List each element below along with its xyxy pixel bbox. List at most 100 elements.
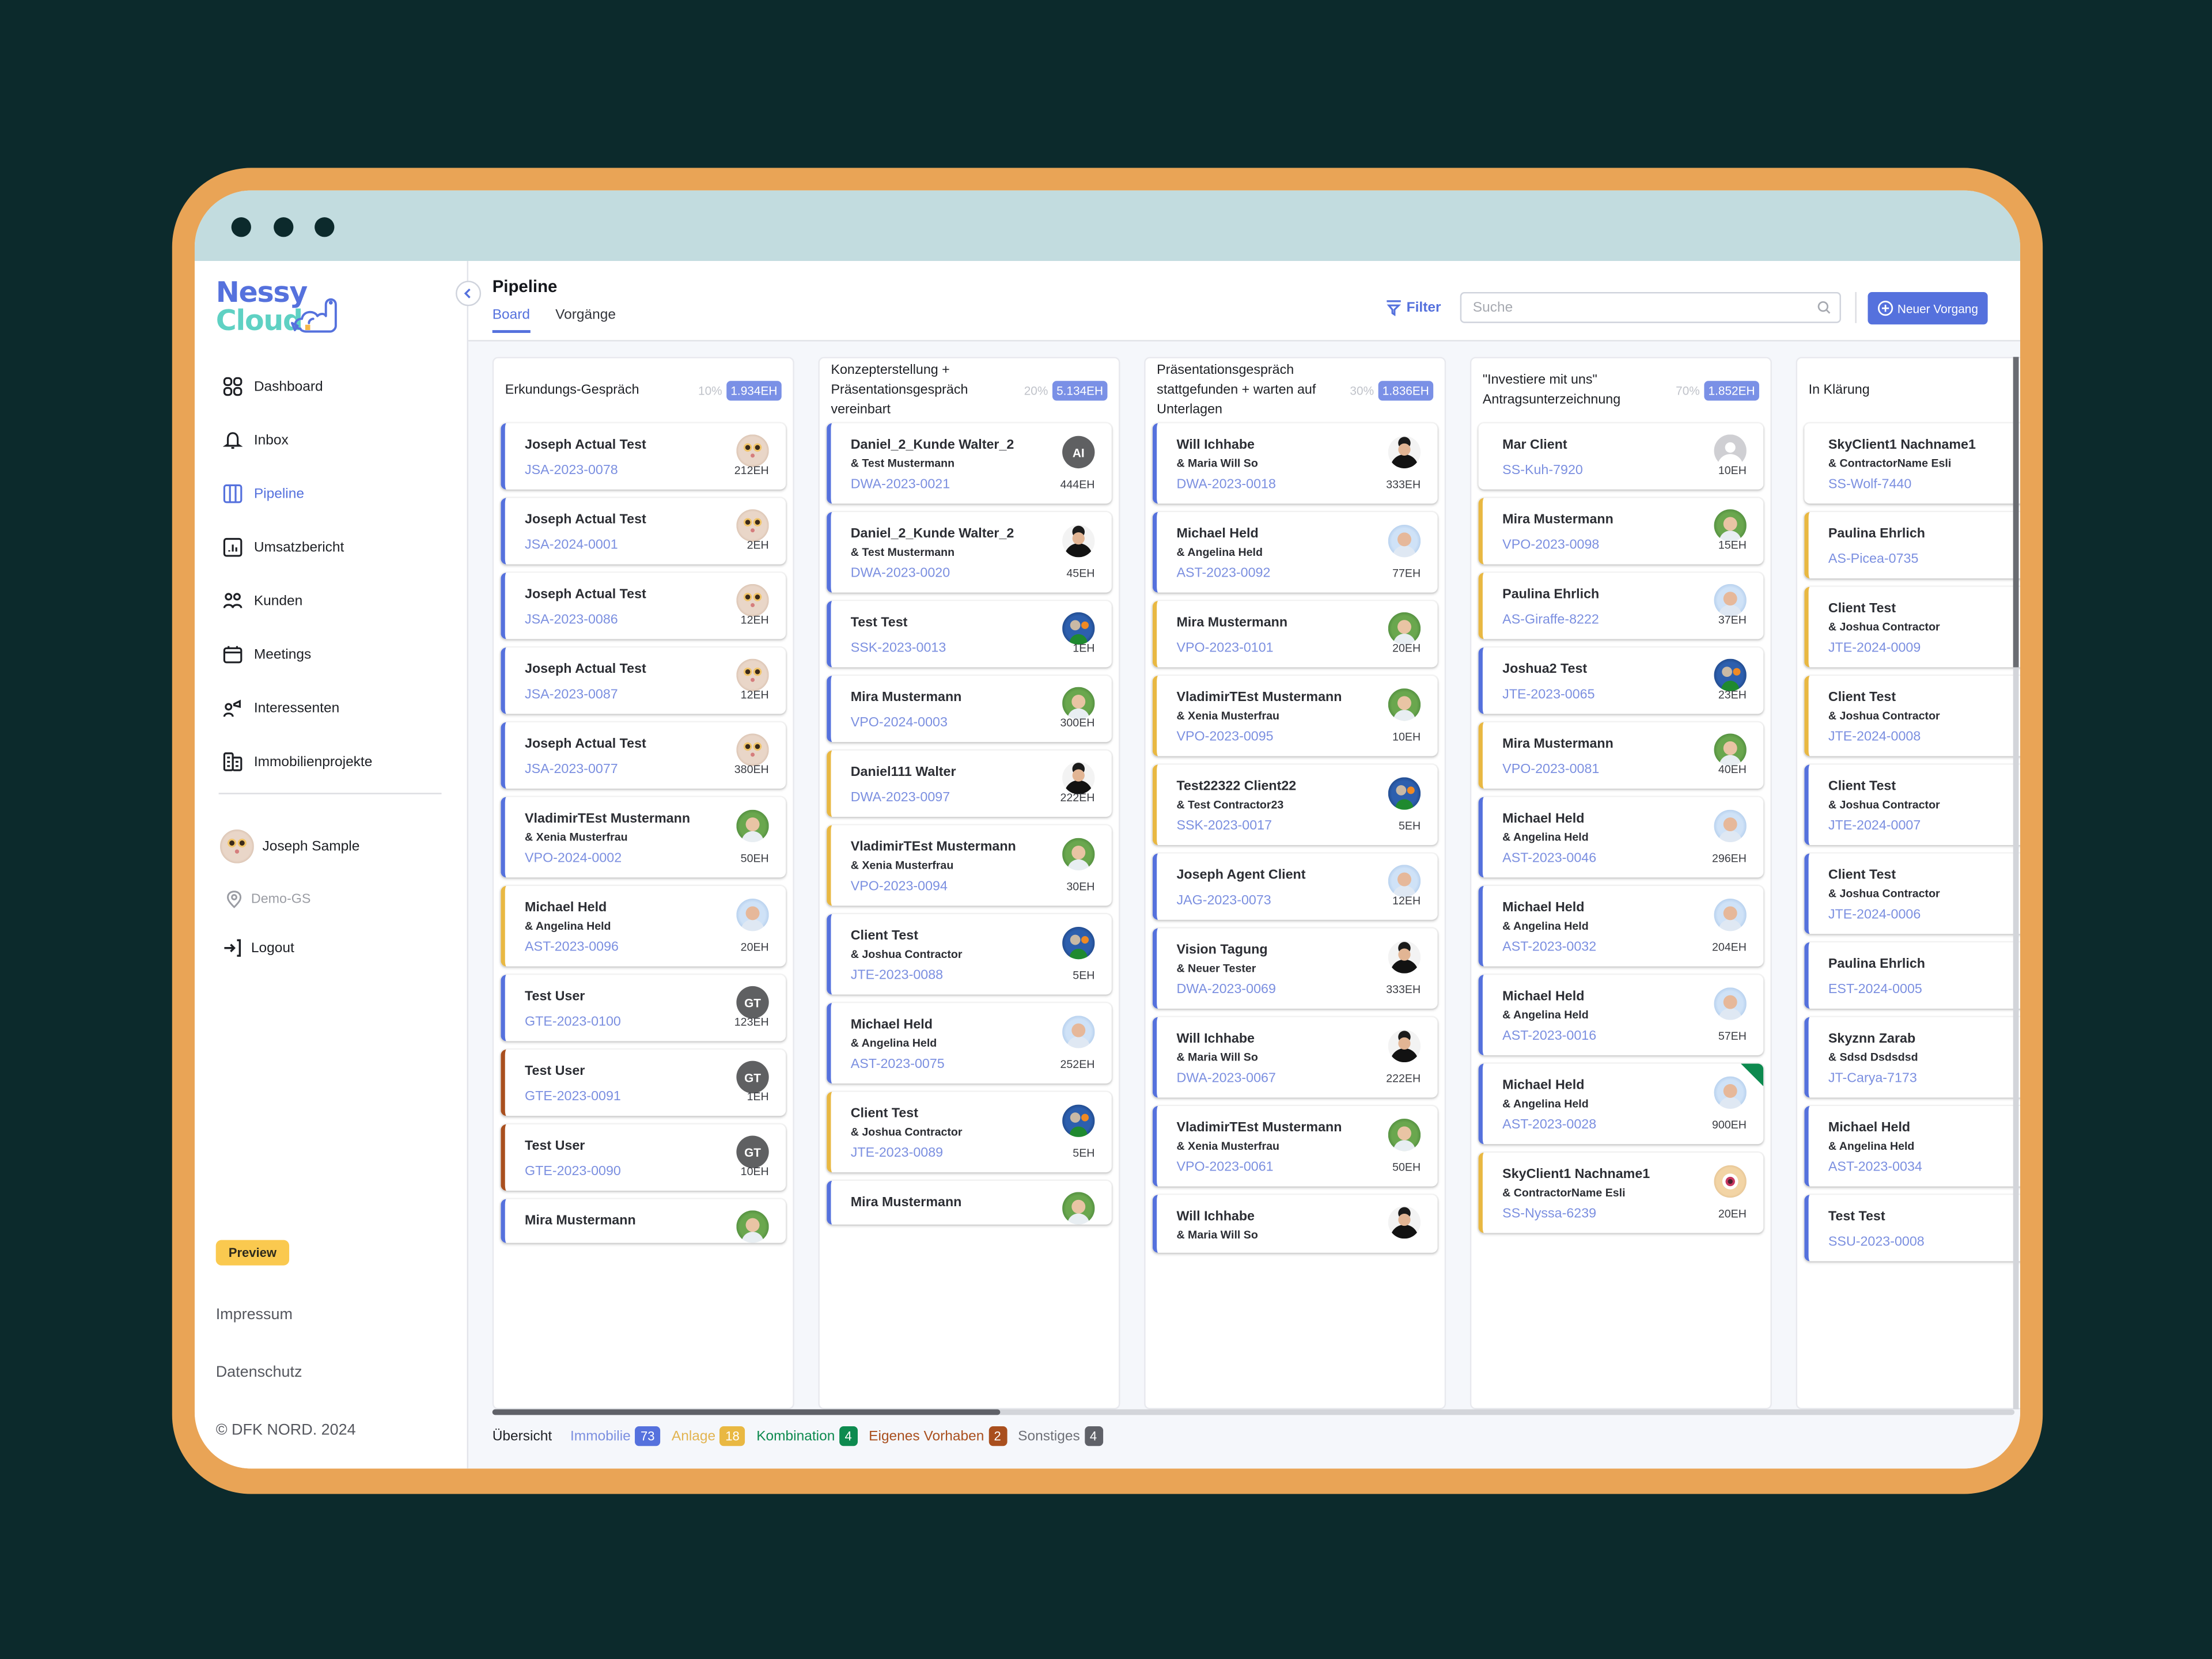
deal-card[interactable]: Mira Mustermann VPO-2024-0003 300EH	[827, 676, 1112, 743]
deal-code-link[interactable]: AST-2023-0034	[1828, 1160, 2020, 1175]
sidebar-item-kunden[interactable]: Kunden	[223, 574, 372, 628]
legend-item-kombination[interactable]: Kombination 4	[756, 1426, 858, 1446]
sidebar-item-immobilienprojekte[interactable]: Immobilienprojekte	[223, 735, 372, 789]
deal-card[interactable]: Paulina Ehrlich AS-Giraffe-8222 37EH	[1478, 573, 1764, 639]
user-profile[interactable]: Joseph Sample	[220, 830, 359, 863]
deal-card[interactable]: Skyznn Zarab & Sdsd Dsdsdsd JT-Carya-7173	[1804, 1017, 2020, 1098]
deal-code-link[interactable]: AST-2023-0096	[525, 940, 766, 955]
sidebar-item-interessenten[interactable]: Interessenten	[223, 681, 372, 735]
deal-code-link[interactable]: JTE-2023-0089	[851, 1146, 1092, 1161]
deal-code-link[interactable]: JSA-2023-0087	[525, 687, 766, 703]
search-icon[interactable]	[1817, 301, 1831, 315]
deal-code-link[interactable]: GTE-2023-0091	[525, 1089, 766, 1105]
deal-card[interactable]: Will Ichhabe & Maria Will So	[1152, 1195, 1438, 1253]
window-dot-close[interactable]	[231, 217, 251, 237]
deal-code-link[interactable]: DWA-2023-0018	[1176, 477, 1418, 493]
deal-card[interactable]: Daniel_2_Kunde Walter_2 & Test Mustermann…	[827, 423, 1112, 504]
deal-code-link[interactable]: SSK-2023-0013	[851, 641, 1092, 656]
deal-code-link[interactable]: VPO-2023-0095	[1176, 729, 1418, 745]
deal-code-link[interactable]: JTE-2024-0009	[1828, 641, 2020, 656]
datenschutz-link[interactable]: Datenschutz	[216, 1364, 302, 1381]
legend-item-immobilie[interactable]: Immobilie 73	[570, 1426, 661, 1446]
window-dot-maximize[interactable]	[315, 217, 335, 237]
deal-code-link[interactable]: JTE-2023-0088	[851, 968, 1092, 983]
deal-code-link[interactable]: JTE-2024-0007	[1828, 818, 2020, 834]
logout-button[interactable]: Logout	[223, 938, 294, 958]
logo[interactable]: Nessy Cloud.	[216, 278, 337, 334]
deal-code-link[interactable]: SS-Kuh-7920	[1502, 463, 1744, 478]
deal-card[interactable]: Test User GTE-2023-0100 GT 123EH	[501, 975, 786, 1041]
deal-card[interactable]: Test Test SSK-2023-0013 1EH	[827, 601, 1112, 668]
filter-button[interactable]: Filter	[1385, 299, 1441, 316]
deal-code-link[interactable]: DWA-2023-0067	[1176, 1071, 1418, 1086]
deal-code-link[interactable]: JSA-2023-0086	[525, 612, 766, 628]
deal-card[interactable]: Michael Held & Angelina Held AST-2023-0075…	[827, 1003, 1112, 1084]
deal-code-link[interactable]: SSU-2023-0008	[1828, 1234, 2020, 1250]
deal-code-link[interactable]: VPO-2023-0098	[1502, 537, 1744, 553]
deal-code-link[interactable]: JTE-2023-0065	[1502, 687, 1744, 703]
deal-card[interactable]: Mar Client SS-Kuh-7920 10EH	[1478, 423, 1764, 490]
deal-card[interactable]: Test User GTE-2023-0090 GT 10EH	[501, 1124, 786, 1191]
deal-card[interactable]: Will Ichhabe & Maria Will So DWA-2023-0067…	[1152, 1017, 1438, 1098]
deal-code-link[interactable]: AST-2023-0016	[1502, 1028, 1744, 1044]
search-input[interactable]	[1469, 298, 1817, 317]
deal-code-link[interactable]: DWA-2023-0069	[1176, 982, 1418, 998]
deal-card[interactable]: Test22322 Client22 & Test Contractor23 SSK…	[1152, 764, 1438, 845]
deal-card[interactable]: SkyClient1 Nachname1 & ContractorName Esl…	[1804, 423, 2020, 504]
deal-card[interactable]: Mira Mustermann VPO-2023-0101 20EH	[1152, 601, 1438, 668]
vertical-scrollbar-thumb[interactable]	[2013, 357, 2019, 668]
sidebar-item-pipeline[interactable]: Pipeline	[223, 467, 372, 521]
deal-card[interactable]: Will Ichhabe & Maria Will So DWA-2023-0018…	[1152, 423, 1438, 504]
deal-code-link[interactable]: JTE-2024-0008	[1828, 729, 2020, 745]
deal-card[interactable]: Joseph Actual Test JSA-2023-0087 12EH	[501, 647, 786, 714]
deal-card[interactable]: Vision Tagung & Neuer Tester DWA-2023-0069…	[1152, 928, 1438, 1009]
deal-code-link[interactable]: AST-2023-0075	[851, 1056, 1092, 1072]
deal-card[interactable]: Test User GTE-2023-0091 GT 1EH	[501, 1050, 786, 1116]
deal-code-link[interactable]: SS-Wolf-7440	[1828, 477, 2020, 493]
deal-card[interactable]: VladimirTEst Mustermann & Xenia Musterfra…	[1152, 676, 1438, 756]
deal-card[interactable]: Mira Mustermann	[501, 1199, 786, 1243]
deal-card[interactable]: Joseph Actual Test JSA-2023-0078 212EH	[501, 423, 786, 490]
deal-card[interactable]: Michael Held & Angelina Held AST-2023-0032…	[1478, 885, 1764, 967]
deal-code-link[interactable]: EST-2024-0005	[1828, 982, 2020, 998]
deal-code-link[interactable]: GTE-2023-0090	[525, 1164, 766, 1179]
deal-card[interactable]: Michael Held & Angelina Held AST-2023-0046…	[1478, 797, 1764, 878]
deal-card[interactable]: Client Test & Joshua Contractor JTE-2023-0…	[827, 1092, 1112, 1173]
sidebar-item-inbox[interactable]: Inbox	[222, 414, 372, 467]
deal-card[interactable]: Michael Held & Angelina Held AST-2023-0096…	[501, 885, 786, 967]
vertical-scrollbar[interactable]	[2013, 357, 2019, 1410]
deal-code-link[interactable]: VPO-2023-0094	[851, 879, 1092, 895]
deal-code-link[interactable]: AST-2023-0028	[1502, 1118, 1744, 1133]
deal-code-link[interactable]: JSA-2023-0078	[525, 463, 766, 478]
deal-card[interactable]: Mira Mustermann VPO-2023-0098 15EH	[1478, 498, 1764, 565]
deal-code-link[interactable]: DWA-2023-0097	[851, 790, 1092, 805]
tab-board[interactable]: Board	[492, 308, 531, 333]
deal-card[interactable]: Daniel111 Walter DWA-2023-0097 222EH	[827, 750, 1112, 817]
deal-card[interactable]: Michael Held & Angelina Held AST-2023-0028…	[1478, 1063, 1764, 1145]
deal-card[interactable]: Client Test & Joshua Contractor JTE-2024-0…	[1804, 853, 2020, 934]
deal-card[interactable]: Joseph Agent Client JAG-2023-0073 12EH	[1152, 853, 1438, 920]
deal-code-link[interactable]: GTE-2023-0100	[525, 1014, 766, 1030]
legend-item-eigenes-vorhaben[interactable]: Eigenes Vorhaben 2	[869, 1426, 1007, 1446]
deal-card[interactable]: Joshua2 Test JTE-2023-0065 23EH	[1478, 647, 1764, 714]
legend-item-anlage[interactable]: Anlage 18	[672, 1426, 745, 1446]
deal-card[interactable]: VladimirTEst Mustermann & Xenia Musterfra…	[1152, 1106, 1438, 1187]
deal-code-link[interactable]: JTE-2024-0006	[1828, 907, 2020, 923]
deal-code-link[interactable]: VPO-2024-0003	[851, 715, 1092, 731]
deal-card[interactable]: Daniel_2_Kunde Walter_2 & Test Mustermann…	[827, 512, 1112, 593]
deal-card[interactable]: Mira Mustermann VPO-2023-0081 40EH	[1478, 722, 1764, 789]
deal-card[interactable]: Client Test & Joshua Contractor JTE-2024-0…	[1804, 586, 2020, 668]
tab-vorgaenge[interactable]: Vorgänge	[555, 308, 616, 333]
deal-card[interactable]: Test Test SSU-2023-0008	[1804, 1195, 2020, 1262]
legend-item-sonstiges[interactable]: Sonstiges 4	[1018, 1426, 1103, 1446]
deal-card[interactable]: Paulina Ehrlich AS-Picea-0735	[1804, 512, 2020, 579]
deal-card[interactable]: Joseph Actual Test JSA-2023-0077 380EH	[501, 722, 786, 789]
deal-code-link[interactable]: AS-Giraffe-8222	[1502, 612, 1744, 628]
deal-code-link[interactable]: DWA-2023-0021	[851, 477, 1092, 493]
sidebar-item-umsatzbericht[interactable]: Umsatzbericht	[223, 521, 372, 574]
deal-code-link[interactable]: AS-Picea-0735	[1828, 552, 2020, 567]
deal-card[interactable]: Michael Held & Angelina Held AST-2023-0034	[1804, 1106, 2020, 1187]
deal-code-link[interactable]: AST-2023-0046	[1502, 851, 1744, 866]
deal-code-link[interactable]: AST-2023-0032	[1502, 940, 1744, 955]
deal-card[interactable]: SkyClient1 Nachname1 & ContractorName Esl…	[1478, 1152, 1764, 1233]
